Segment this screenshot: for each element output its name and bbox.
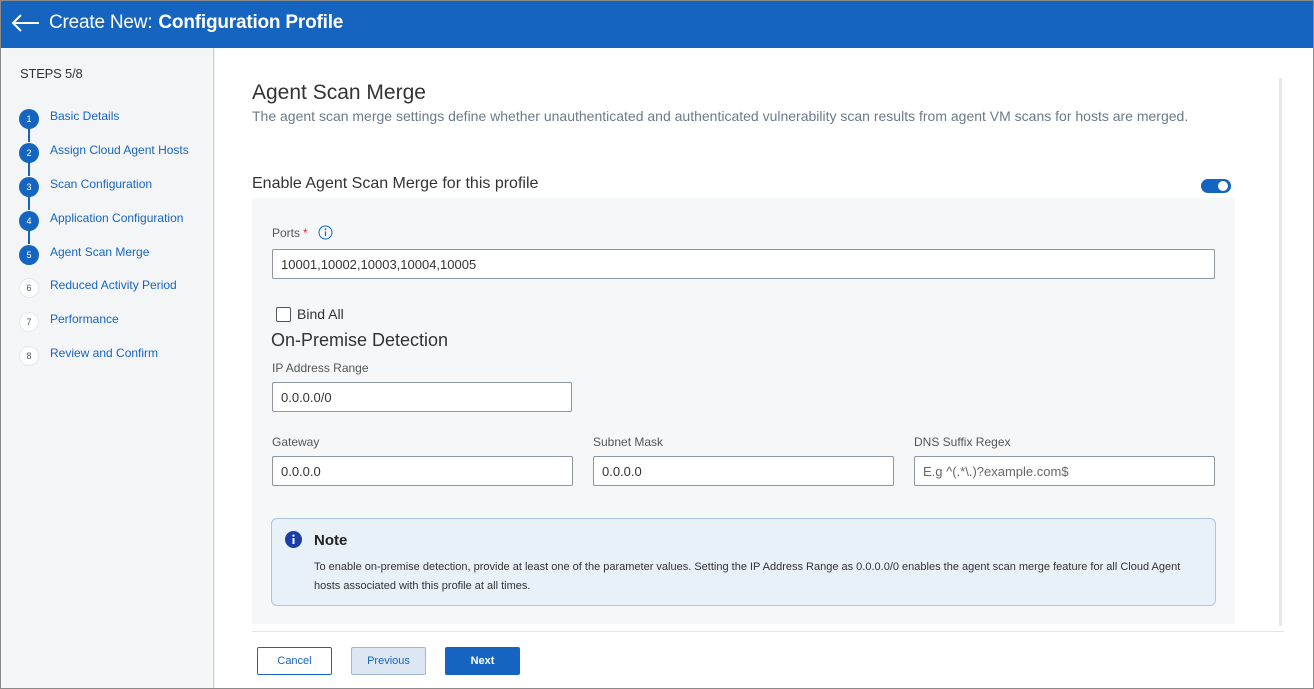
arrow-left-icon[interactable] [11, 12, 41, 34]
step-number: 4 [19, 210, 39, 231]
step-reduced-activity-period[interactable]: 6 Reduced Activity Period [19, 277, 189, 311]
step-connector [28, 195, 30, 210]
note-text: To enable on-premise detection, provide … [314, 561, 1181, 592]
page-title-prefix: Create New: [49, 12, 153, 33]
note-title: Note [314, 532, 348, 549]
bind-all-checkbox[interactable] [276, 307, 291, 322]
dns-suffix-input[interactable] [914, 456, 1215, 486]
ip-range-input[interactable] [272, 382, 572, 412]
step-label: Agent Scan Merge [50, 244, 150, 259]
main-content: Agent Scan Merge The agent scan merge se… [215, 48, 1313, 688]
step-list: 1 Basic Details 2 Assign Cloud Agent Hos… [19, 108, 189, 379]
enable-scan-merge-label: Enable Agent Scan Merge for this profile [252, 175, 539, 192]
on-premise-detection-title: On-Premise Detection [271, 330, 449, 350]
step-connector [28, 128, 30, 142]
ports-label: Ports * [272, 226, 308, 240]
ports-input[interactable] [272, 249, 1215, 279]
page-title: Create New: Configuration Profile [49, 12, 343, 34]
section-description: The agent scan merge settings define whe… [252, 108, 1189, 124]
cancel-button[interactable]: Cancel [257, 647, 332, 675]
step-number: 7 [19, 312, 39, 333]
step-scan-configuration[interactable]: 3 Scan Configuration [19, 176, 189, 210]
step-number: 3 [19, 176, 39, 197]
step-label: Reduced Activity Period [50, 278, 177, 293]
required-asterisk: * [303, 226, 308, 240]
ip-range-label: IP Address Range [272, 361, 369, 375]
step-label: Basic Details [50, 109, 120, 123]
step-label: Assign Cloud Agent Hosts [50, 142, 189, 157]
scrollbar[interactable] [1279, 78, 1282, 626]
gateway-input[interactable] [272, 456, 573, 486]
next-button[interactable]: Next [445, 647, 520, 675]
scan-merge-settings-panel: Ports* Bind All On-Premise Detection IP … [252, 198, 1235, 624]
section-title: Agent Scan Merge [252, 81, 426, 104]
gateway-label: Gateway [272, 435, 320, 449]
page-title-main: Configuration Profile [158, 12, 344, 33]
toggle-knob [1218, 181, 1228, 191]
step-label: Review and Confirm [50, 346, 159, 361]
step-label: Scan Configuration [50, 176, 153, 191]
bind-all-label: Bind All [297, 306, 344, 322]
steps-progress-label: STEPS 5/8 [20, 66, 83, 81]
step-connector [28, 161, 30, 176]
note-box: Note To enable on-premise detection, pro… [271, 518, 1216, 606]
step-performance[interactable]: 7 Performance [19, 311, 189, 345]
step-number: 5 [19, 244, 39, 265]
page-header: Create New: Configuration Profile [1, 1, 1313, 48]
step-label: Application Configuration [50, 210, 184, 225]
step-label: Performance [50, 312, 119, 327]
step-assign-cloud-agent-hosts[interactable]: 2 Assign Cloud Agent Hosts [19, 142, 189, 176]
footer-divider [252, 631, 1284, 632]
dns-suffix-label: DNS Suffix Regex [914, 435, 1011, 449]
previous-button[interactable]: Previous [351, 647, 426, 675]
info-icon[interactable] [318, 225, 333, 240]
window: Create New: Configuration Profile STEPS 5… [0, 0, 1314, 689]
step-agent-scan-merge[interactable]: 5 Agent Scan Merge [19, 244, 189, 278]
step-number: 2 [19, 142, 39, 163]
info-circle-icon [285, 531, 302, 548]
subnet-mask-label: Subnet Mask [593, 435, 664, 449]
ports-label-text: Ports [272, 226, 301, 240]
enable-scan-merge-toggle[interactable] [1201, 179, 1231, 193]
step-application-configuration[interactable]: 4 Application Configuration [19, 210, 189, 244]
step-connector [28, 229, 30, 244]
step-basic-details[interactable]: 1 Basic Details [19, 108, 189, 142]
step-number: 1 [19, 109, 39, 129]
step-number: 8 [19, 346, 39, 367]
step-review-and-confirm[interactable]: 8 Review and Confirm [19, 345, 189, 379]
subnet-mask-input[interactable] [593, 456, 894, 486]
step-number: 6 [19, 278, 39, 299]
steps-sidebar: STEPS 5/8 1 Basic Details 2 Assign Cloud… [1, 48, 217, 688]
